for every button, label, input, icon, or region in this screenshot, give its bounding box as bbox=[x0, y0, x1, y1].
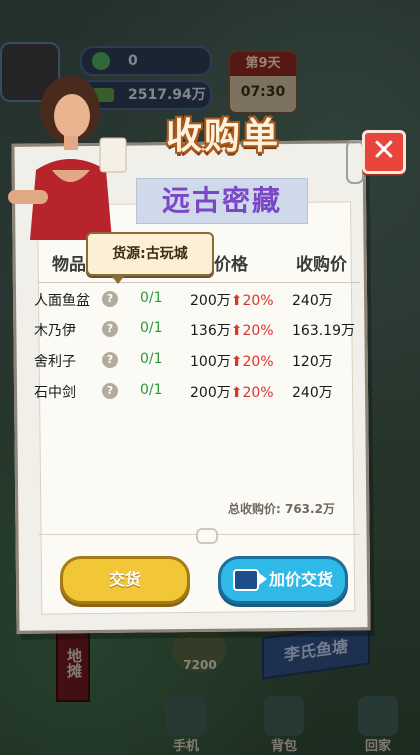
source-tooltip: 货源:古玩城 bbox=[86, 232, 214, 284]
video-ad-icon bbox=[233, 569, 267, 591]
question-mark-icon[interactable]: ? bbox=[102, 352, 118, 368]
item-count: 0/1 bbox=[140, 320, 163, 336]
divider-knot-icon bbox=[196, 528, 218, 544]
table-row: 人面鱼盆 ? 0/1 200万⬆20% 240万 bbox=[30, 284, 364, 314]
raise-price-label: 加价交货 bbox=[268, 570, 333, 589]
header-divider bbox=[38, 282, 360, 283]
up-arrow-icon: ⬆ bbox=[230, 293, 243, 309]
table-row: 木乃伊 ? 0/1 136万⬆20% 163.19万 bbox=[30, 314, 364, 344]
up-arrow-icon: ⬆ bbox=[230, 354, 243, 370]
question-mark-icon[interactable]: ? bbox=[102, 383, 118, 399]
item-buy-price: 163.19万 bbox=[292, 323, 355, 339]
modal-title: 收购单 bbox=[165, 116, 280, 157]
total-buy-price: 总收购价: 763.2万 bbox=[228, 502, 335, 516]
hostess-character bbox=[8, 76, 127, 240]
question-mark-icon[interactable]: ? bbox=[102, 291, 118, 307]
header-price: 价格 bbox=[214, 255, 248, 275]
item-buy-price: 120万 bbox=[292, 354, 333, 370]
item-price: 200万⬆20% bbox=[190, 385, 274, 401]
up-arrow-icon: ⬆ bbox=[230, 385, 243, 401]
item-name: 石中剑 bbox=[34, 385, 76, 401]
item-price: 136万⬆20% bbox=[190, 323, 274, 339]
header-item: 物品 bbox=[52, 255, 86, 275]
question-mark-icon[interactable]: ? bbox=[102, 321, 118, 337]
table-row: 石中剑 ? 0/1 200万⬆20% 240万 bbox=[30, 376, 364, 406]
item-name: 人面鱼盆 bbox=[34, 293, 90, 309]
deliver-button[interactable]: 交货 bbox=[60, 556, 190, 604]
order-subtitle: 远古密藏 bbox=[161, 184, 282, 217]
item-count: 0/1 bbox=[140, 351, 163, 367]
raise-price-deliver-button[interactable]: 加价交货 bbox=[218, 556, 348, 604]
item-name: 木乃伊 bbox=[34, 323, 76, 339]
item-buy-price: 240万 bbox=[292, 385, 333, 401]
close-x-icon: ✕ bbox=[371, 133, 397, 168]
item-buy-price: 240万 bbox=[292, 293, 333, 309]
order-subtitle-banner: 远古密藏 bbox=[136, 178, 308, 224]
header-buy-price: 收购价 bbox=[296, 255, 347, 275]
item-count: 0/1 bbox=[140, 382, 163, 398]
item-price: 100万⬆20% bbox=[190, 354, 274, 370]
item-count: 0/1 bbox=[140, 290, 163, 306]
close-button[interactable]: ✕ bbox=[362, 130, 406, 174]
up-arrow-icon: ⬆ bbox=[230, 323, 243, 339]
table-row: 舍利子 ? 0/1 100万⬆20% 120万 bbox=[30, 345, 364, 375]
item-price: 200万⬆20% bbox=[190, 293, 274, 309]
item-name: 舍利子 bbox=[34, 354, 76, 370]
